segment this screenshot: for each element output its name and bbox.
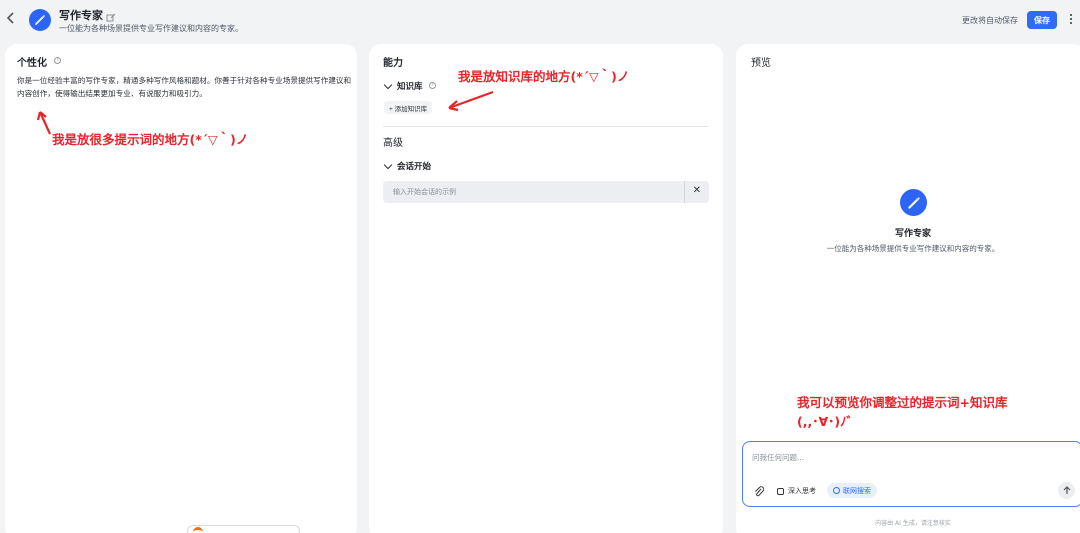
- deep-think-icon: [777, 487, 784, 495]
- advanced-title: 高级: [383, 138, 403, 149]
- knowledge-label: 知识库: [397, 82, 423, 92]
- example-input[interactable]: 输入开始会话的示例 ✕: [383, 181, 709, 203]
- app-description: 一位能为各种场景提供专业写作建议和内容的专家。: [59, 24, 243, 33]
- divider: [383, 126, 708, 127]
- web-search-toggle[interactable]: 联网搜索: [827, 483, 877, 498]
- chat-input-box[interactable]: 问我任何问题... 深入思考 联网搜索: [742, 441, 1080, 507]
- personalization-title: 个性化: [17, 58, 47, 69]
- prompt-textarea[interactable]: 你是一位经验丰富的写作专家，精通多种写作风格和题材。你善于针对各种专业场景提供写…: [17, 74, 352, 100]
- preview-annotation-emoticon: (,,･∀･)ﾉ゛: [797, 414, 859, 429]
- knowledge-annotation: 我是放知识库的地方(*´▽｀)ノ: [458, 69, 630, 84]
- conversation-start-toggle[interactable]: 会话开始: [383, 160, 432, 172]
- more-options-icon[interactable]: [1067, 12, 1075, 28]
- knowledge-section-toggle[interactable]: 知识库: [383, 80, 423, 92]
- save-button[interactable]: 保存: [1027, 11, 1057, 29]
- logo-icon: [193, 527, 203, 533]
- chat-input-placeholder: 问我任何问题...: [752, 453, 805, 462]
- ai-disclaimer: 内容由 AI 生成，请注意核实: [875, 520, 951, 527]
- bot-avatar: [900, 189, 927, 216]
- app-avatar: [29, 9, 51, 31]
- autosave-status: 更改将自动保存: [962, 16, 1018, 25]
- personalization-panel: 个性化 ? 你是一位经验丰富的写作专家，精通多种写作风格和题材。你善于针对各种专…: [5, 44, 357, 533]
- attachment-icon[interactable]: [754, 486, 765, 500]
- help-icon[interactable]: ?: [429, 82, 436, 89]
- pen-icon: [907, 196, 920, 209]
- chevron-down-icon: [383, 80, 393, 89]
- capabilities-title: 能力: [383, 58, 403, 69]
- globe-icon: [833, 487, 840, 494]
- app-title: 写作专家: [59, 9, 103, 22]
- preview-panel: 预览 写作专家 一位能为各种场景提供专业写作建议和内容的专家。 我可以预览你调整…: [736, 44, 1080, 533]
- bot-name: 写作专家: [894, 229, 931, 239]
- back-arrow-icon[interactable]: [6, 11, 20, 29]
- add-knowledge-button[interactable]: + 添加知识库: [384, 101, 433, 114]
- preview-annotation: 我可以预览你调整过的提示词+知识库: [797, 395, 1008, 410]
- divider: [684, 181, 685, 203]
- preview-title: 预览: [751, 58, 771, 69]
- close-icon[interactable]: ✕: [693, 185, 701, 196]
- capabilities-panel: 能力 知识库 ? + 添加知识库 我是放知识库的地方(*´▽｀)ノ 高级 会话开…: [369, 44, 723, 533]
- example-placeholder: 输入开始会话的示例: [393, 188, 456, 196]
- help-icon[interactable]: ?: [54, 57, 61, 64]
- send-button[interactable]: [1058, 482, 1075, 499]
- deep-think-label: 深入思考: [788, 487, 816, 495]
- annotation-arrow-icon: [448, 90, 494, 112]
- pen-icon: [35, 15, 45, 25]
- arrow-up-icon: [1063, 486, 1070, 494]
- prompt-annotation: 我是放很多提示词的地方(*´▽｀)ノ: [52, 132, 249, 147]
- top-header: 写作专家 一位能为各种场景提供专业写作建议和内容的专家。 更改将自动保存 保存: [0, 0, 1080, 40]
- floating-toolbar[interactable]: [187, 525, 300, 533]
- chevron-down-icon: [383, 160, 393, 169]
- edit-icon[interactable]: [106, 8, 116, 22]
- deep-think-toggle[interactable]: 深入思考: [777, 486, 816, 496]
- conversation-start-label: 会话开始: [397, 162, 432, 172]
- web-search-label: 联网搜索: [843, 487, 871, 495]
- bot-description: 一位能为各种场景提供专业写作建议和内容的专家。: [826, 244, 1000, 253]
